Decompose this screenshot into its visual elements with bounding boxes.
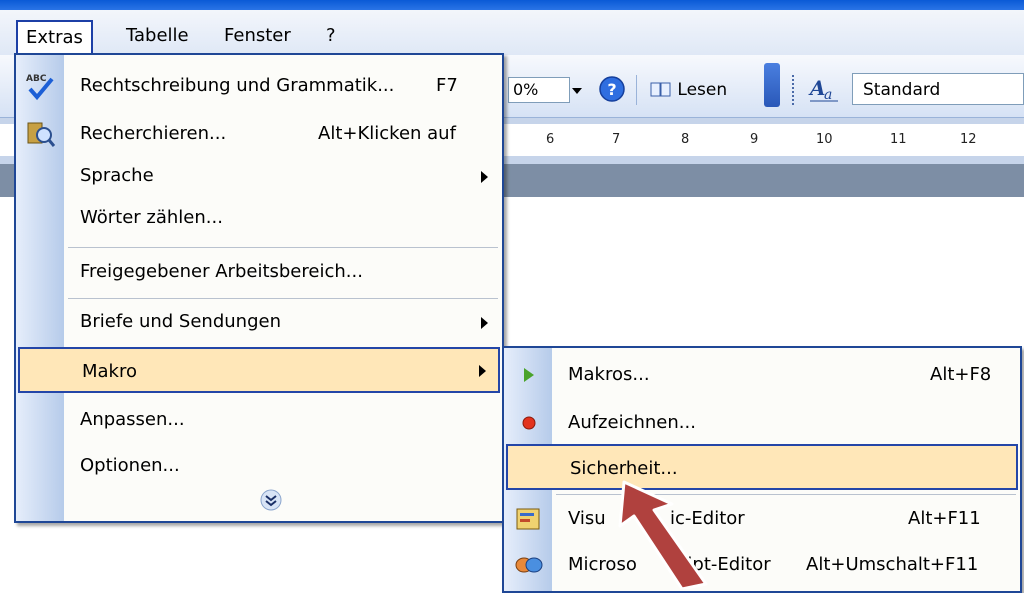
- menu-item-shortcut: F7: [436, 75, 458, 96]
- menu-item-word-count[interactable]: Wörter zählen...: [16, 195, 502, 241]
- ruler-number: 8: [681, 132, 690, 147]
- red-arrow-annotation: [618, 480, 708, 589]
- menu-item-label: Anpassen...: [80, 409, 185, 430]
- svg-text:?: ?: [607, 80, 616, 99]
- toolbar-separator: [636, 75, 637, 105]
- menu-item-shortcut: Alt+Klicken auf: [318, 123, 456, 144]
- ruler-number: 6: [546, 132, 555, 147]
- menu-item-customize[interactable]: Anpassen...: [16, 397, 502, 443]
- menu-item-label: Rechtschreibung und Grammatik...: [80, 75, 395, 96]
- ruler-number: 11: [890, 132, 907, 147]
- ruler-number: 9: [750, 132, 759, 147]
- svg-text:ABC: ABC: [26, 74, 47, 84]
- styles-pane-icon: Aa: [808, 76, 838, 103]
- menu-item-label: Makro: [82, 361, 138, 382]
- style-combobox[interactable]: Standard: [852, 73, 1024, 105]
- title-bar-strip: [0, 0, 1024, 10]
- menu-item-shortcut: Alt+F8: [930, 364, 992, 385]
- play-macro-icon: [524, 368, 534, 382]
- submenu-arrow-icon: [481, 171, 488, 183]
- menu-item-macros[interactable]: Makros... Alt+F8: [504, 352, 1020, 398]
- menu-bar: Extras Tabelle Fenster ?: [0, 10, 1024, 55]
- menu-item-research[interactable]: Recherchieren... Alt+Klicken auf: [16, 111, 502, 157]
- menu-item-shortcut: Alt+F11: [908, 508, 981, 529]
- menu-item-sprache[interactable]: Sprache: [16, 153, 502, 199]
- menu-item-spellcheck[interactable]: ABC Rechtschreibung und Grammatik... F7: [16, 63, 502, 109]
- menu-item-record-macro[interactable]: Aufzeichnen...: [504, 400, 1020, 446]
- script-editor-icon: [515, 557, 543, 573]
- expand-chevron-icon: [260, 489, 282, 511]
- menu-item-shared-workspace[interactable]: Freigegebener Arbeitsbereich...: [16, 249, 502, 295]
- styles-pane-button[interactable]: Aa: [806, 73, 842, 107]
- toolbar-grip: [792, 75, 799, 105]
- menu-item-label: Aufzeichnen...: [568, 412, 696, 433]
- vba-editor-icon: [516, 508, 540, 530]
- menu-item-makro[interactable]: Makro: [18, 347, 500, 393]
- menu-tabelle[interactable]: Tabelle: [118, 20, 197, 52]
- book-icon: [650, 82, 671, 97]
- dropdown-arrow-icon: [572, 88, 582, 94]
- menu-help[interactable]: ?: [318, 20, 344, 52]
- menu-item-security[interactable]: Sicherheit...: [506, 444, 1018, 490]
- research-icon: [27, 122, 56, 147]
- makro-submenu: Makros... Alt+F8 Aufzeichnen... Sicherhe…: [502, 346, 1022, 593]
- menu-item-label: Sprache: [80, 165, 154, 186]
- help-button[interactable]: ?: [598, 75, 626, 103]
- menu-item-label: Makros...: [568, 364, 650, 385]
- menu-extras[interactable]: Extras: [16, 20, 93, 55]
- menu-item-label: Wörter zählen...: [80, 207, 223, 228]
- ruler-number: 12: [960, 132, 977, 147]
- record-macro-icon: [522, 416, 536, 430]
- menu-fenster[interactable]: Fenster: [216, 20, 299, 52]
- menu-item-options[interactable]: Optionen...: [16, 443, 502, 489]
- help-icon: ?: [599, 76, 625, 102]
- zoom-combobox[interactable]: 0%: [508, 77, 570, 103]
- extras-menu: ABC Rechtschreibung und Grammatik... F7 …: [14, 53, 504, 523]
- menu-item-label: Freigegebener Arbeitsbereich...: [80, 261, 363, 282]
- menu-item-label: Optionen...: [80, 455, 180, 476]
- toolbar-overflow-button[interactable]: [764, 63, 780, 107]
- zoom-dropdown-button[interactable]: [568, 77, 586, 103]
- submenu-arrow-icon: [479, 365, 486, 377]
- spellcheck-icon: ABC: [26, 74, 54, 101]
- menu-item-label: Briefe und Sendungen: [80, 311, 281, 332]
- ruler-number: 7: [612, 132, 621, 147]
- menu-item-shortcut: Alt+Umschalt+F11: [806, 554, 979, 575]
- menu-item-script-editor[interactable]: Microso ript-Editor Alt+Umschalt+F11: [504, 542, 1020, 588]
- submenu-arrow-icon: [481, 317, 488, 329]
- menu-item-label: Visu: [568, 508, 606, 529]
- menu-item-label: Recherchieren...: [80, 123, 227, 144]
- menu-item-letters-mailings[interactable]: Briefe und Sendungen: [16, 299, 502, 345]
- read-mode-button[interactable]: Lesen: [650, 75, 727, 105]
- menu-item-vba-editor[interactable]: Visu ic-Editor Alt+F11: [504, 496, 1020, 542]
- menu-separator: [68, 247, 498, 248]
- expand-menu-button[interactable]: [260, 489, 282, 511]
- svg-text:A: A: [808, 76, 826, 100]
- ruler-number: 10: [816, 132, 833, 147]
